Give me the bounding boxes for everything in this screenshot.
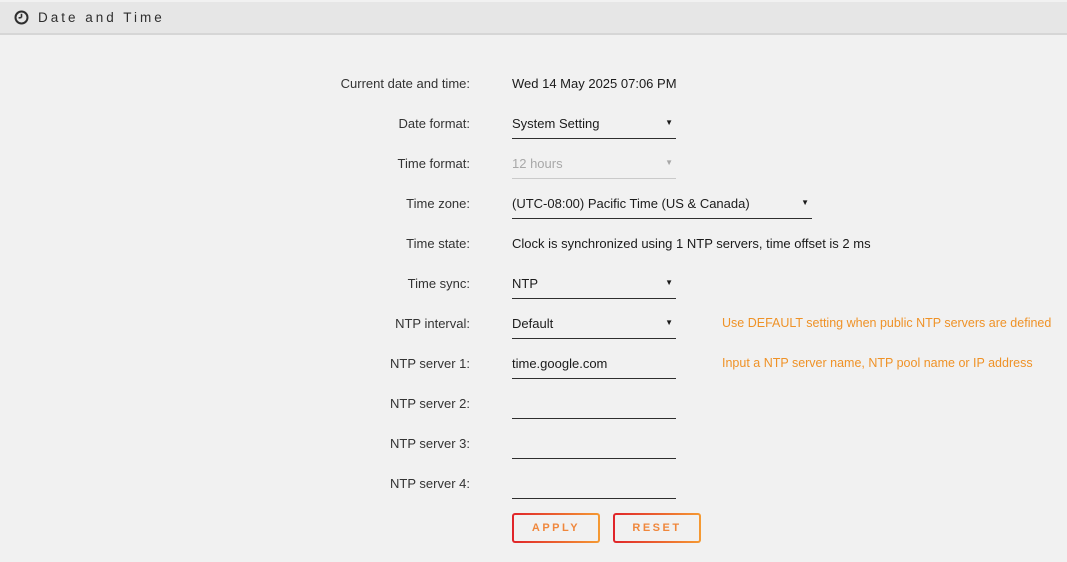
row-time-format: Time format: 12 hours ▼ xyxy=(0,143,1067,183)
chevron-down-icon: ▼ xyxy=(665,159,673,167)
form-actions: APPLY RESET xyxy=(512,513,1067,543)
row-time-sync: Time sync: NTP ▼ xyxy=(0,263,1067,303)
row-current-datetime: Current date and time: Wed 14 May 2025 0… xyxy=(0,63,1067,103)
time-state-value: Clock is synchronized using 1 NTP server… xyxy=(512,236,871,251)
row-ntp-server-3: NTP server 3: xyxy=(0,423,1067,463)
apply-button[interactable]: APPLY xyxy=(512,513,600,543)
date-format-selected-value: System Setting xyxy=(512,116,599,131)
ntp-server-3-label: NTP server 3: xyxy=(0,436,470,451)
date-format-select[interactable]: System Setting ▼ xyxy=(512,116,676,139)
row-ntp-server-1: NTP server 1: Input a NTP server name, N… xyxy=(0,343,1067,383)
ntp-server-2-label: NTP server 2: xyxy=(0,396,470,411)
row-time-state: Time state: Clock is synchronized using … xyxy=(0,223,1067,263)
row-ntp-server-2: NTP server 2: xyxy=(0,383,1067,423)
ntp-server-3-input[interactable] xyxy=(512,436,676,459)
chevron-down-icon: ▼ xyxy=(665,279,673,287)
chevron-down-icon: ▼ xyxy=(665,119,673,127)
ntp-server-4-input[interactable] xyxy=(512,476,676,499)
time-state-label: Time state: xyxy=(0,236,470,251)
time-zone-select[interactable]: (UTC-08:00) Pacific Time (US & Canada) ▼ xyxy=(512,196,812,219)
time-sync-label: Time sync: xyxy=(0,276,470,291)
time-zone-selected-value: (UTC-08:00) Pacific Time (US & Canada) xyxy=(512,196,750,211)
reset-button[interactable]: RESET xyxy=(613,513,701,543)
page-header: Date and Time xyxy=(0,2,1067,35)
time-format-label: Time format: xyxy=(0,156,470,171)
time-format-select: 12 hours ▼ xyxy=(512,156,676,179)
clock-icon xyxy=(14,10,29,25)
page-title: Date and Time xyxy=(38,10,165,25)
time-sync-select[interactable]: NTP ▼ xyxy=(512,276,676,299)
time-zone-label: Time zone: xyxy=(0,196,470,211)
row-ntp-interval: NTP interval: Default ▼ Use DEFAULT sett… xyxy=(0,303,1067,343)
datetime-form: Current date and time: Wed 14 May 2025 0… xyxy=(0,35,1067,543)
current-datetime-label: Current date and time: xyxy=(0,76,470,91)
ntp-server-1-input[interactable] xyxy=(512,356,676,379)
ntp-interval-selected-value: Default xyxy=(512,316,553,331)
chevron-down-icon: ▼ xyxy=(665,319,673,327)
ntp-server-1-hint: Input a NTP server name, NTP pool name o… xyxy=(722,356,1033,370)
ntp-interval-label: NTP interval: xyxy=(0,316,470,331)
ntp-server-4-label: NTP server 4: xyxy=(0,476,470,491)
time-sync-selected-value: NTP xyxy=(512,276,538,291)
chevron-down-icon: ▼ xyxy=(801,199,809,207)
ntp-interval-select[interactable]: Default ▼ xyxy=(512,316,676,339)
row-date-format: Date format: System Setting ▼ xyxy=(0,103,1067,143)
time-format-selected-value: 12 hours xyxy=(512,156,563,171)
ntp-interval-hint: Use DEFAULT setting when public NTP serv… xyxy=(722,316,1051,330)
ntp-server-2-input[interactable] xyxy=(512,396,676,419)
ntp-server-1-label: NTP server 1: xyxy=(0,356,470,371)
date-format-label: Date format: xyxy=(0,116,470,131)
row-ntp-server-4: NTP server 4: xyxy=(0,463,1067,503)
row-time-zone: Time zone: (UTC-08:00) Pacific Time (US … xyxy=(0,183,1067,223)
current-datetime-value: Wed 14 May 2025 07:06 PM xyxy=(512,76,677,91)
